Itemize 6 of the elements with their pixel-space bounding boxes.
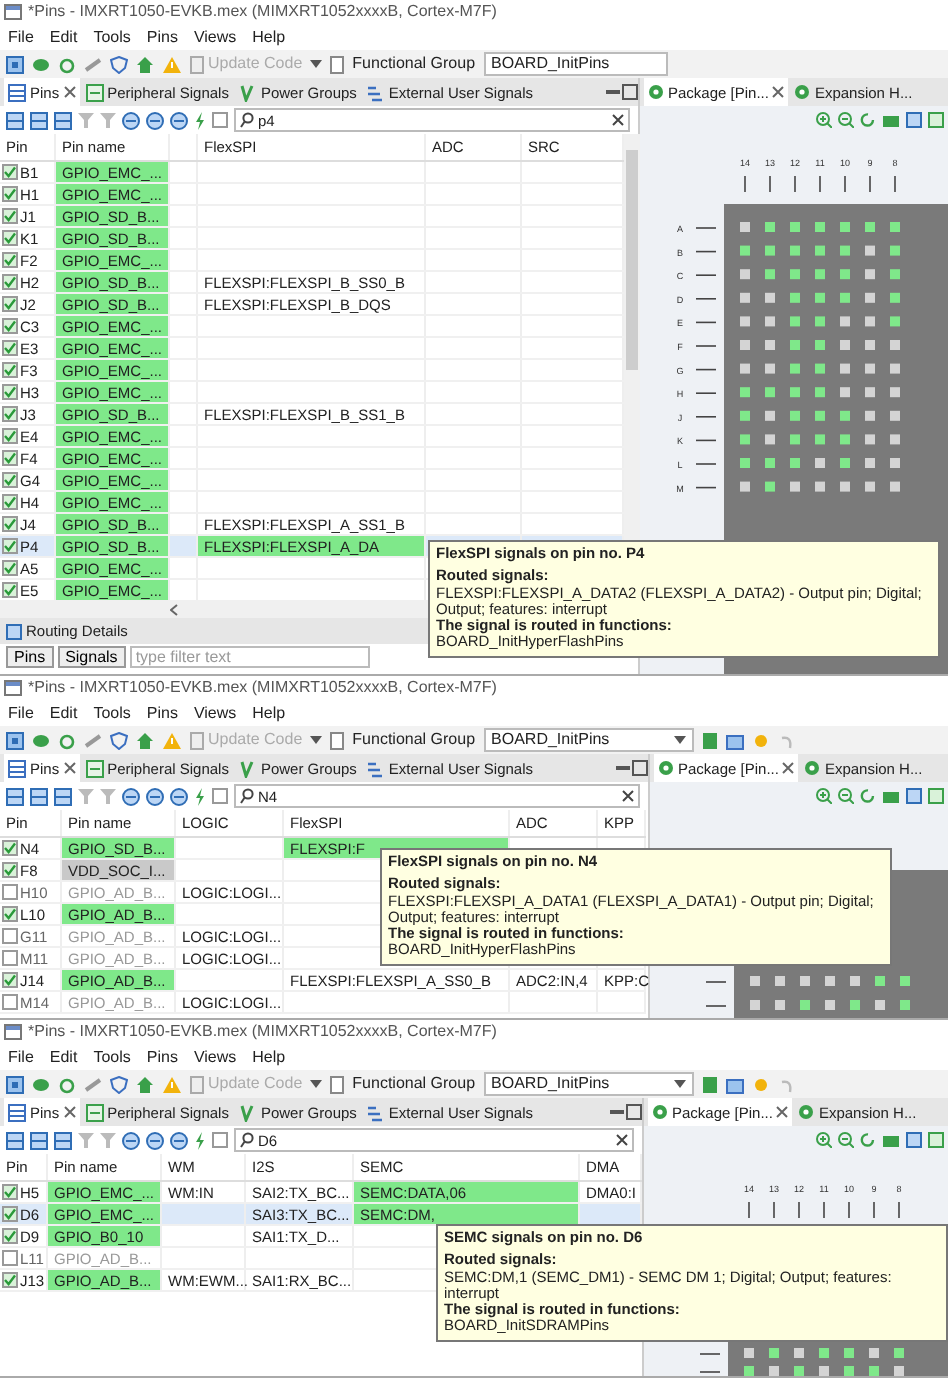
window-title: *Pins - IMXRT1050-EVKB.mex (MIMXRT1052xxxxB, Cortex-M7F) — [28, 678, 497, 698]
window-title: *Pins - IMXRT1050-EVKB.mex (MIMXRT1052xxxxB, Cortex-M7F) — [28, 1022, 497, 1042]
field-label: Functional Group — [352, 54, 476, 74]
window-title: *Pins - IMXRT1050-EVKB.mex (MIMXRT1052xxxxB, Cortex-M7F) — [28, 2, 497, 22]
field-label: Functional Group — [352, 730, 476, 750]
field-label: Functional Group — [352, 1074, 476, 1094]
